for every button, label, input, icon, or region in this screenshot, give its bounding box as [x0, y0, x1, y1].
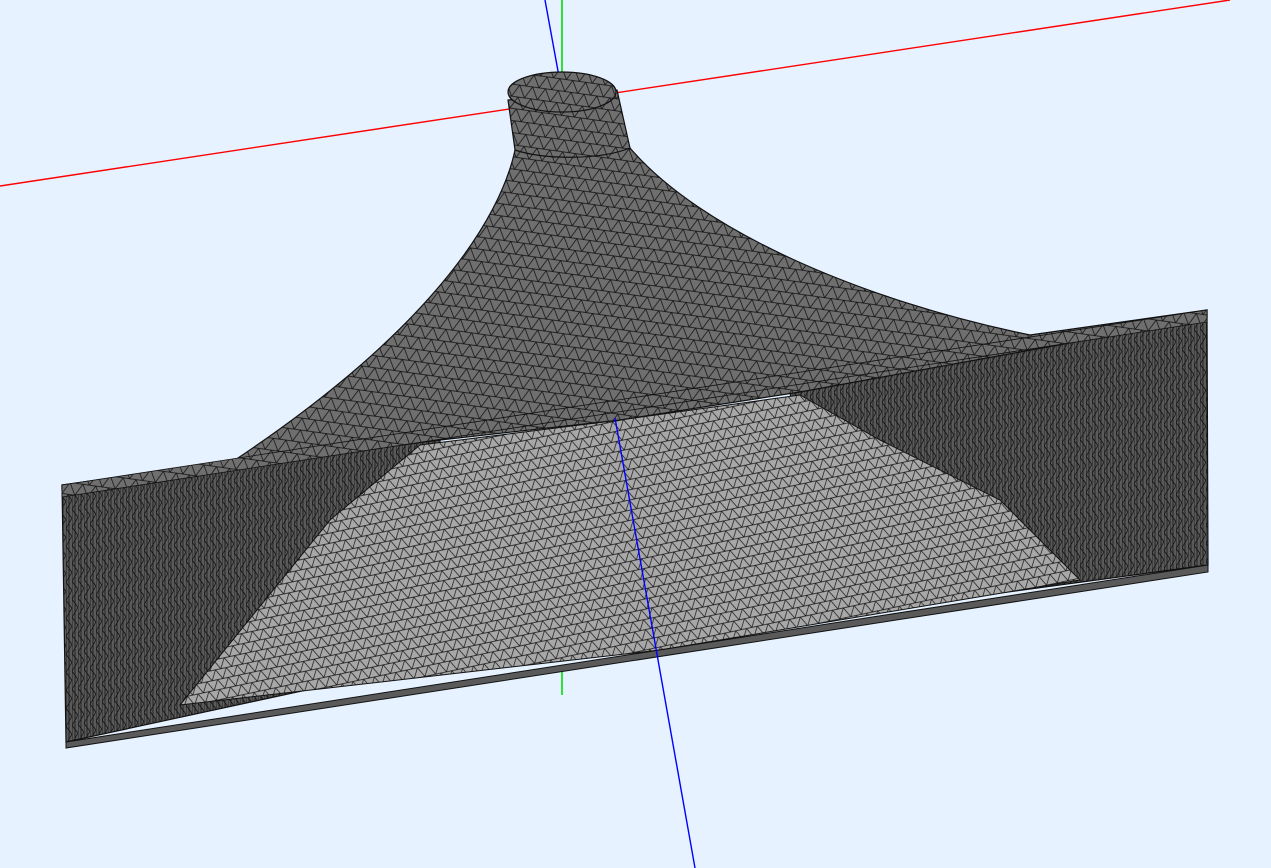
- scene-canvas[interactable]: [0, 0, 1271, 868]
- throat-opening: [507, 71, 617, 113]
- mesh-model[interactable]: [61, 71, 1209, 749]
- z-axis-line: [544, 0, 561, 83]
- 3d-viewport[interactable]: [0, 0, 1271, 868]
